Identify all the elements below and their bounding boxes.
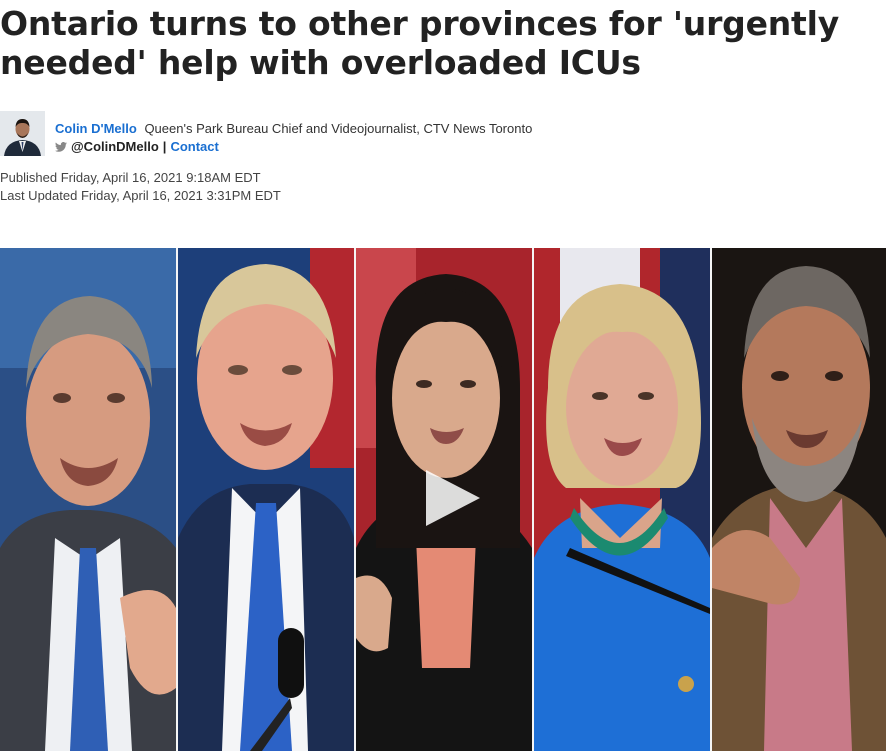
byline: Colin D'Mello Queen's Park Bureau Chief … bbox=[0, 111, 886, 157]
author-title: Queen's Park Bureau Chief and Videojourn… bbox=[144, 121, 533, 136]
video-panel-5 bbox=[712, 248, 886, 751]
twitter-icon[interactable] bbox=[55, 140, 67, 155]
author-social: @ColinDMello | Contact bbox=[55, 139, 219, 155]
play-icon bbox=[426, 470, 480, 526]
separator: | bbox=[162, 139, 167, 154]
video-panel-4 bbox=[534, 248, 710, 751]
article-dates: Published Friday, April 16, 2021 9:18AM … bbox=[0, 169, 281, 205]
article-page: Ontario turns to other provinces for 'ur… bbox=[0, 0, 886, 751]
author-name-link[interactable]: Colin D'Mello bbox=[55, 121, 137, 136]
video-panel-1 bbox=[0, 248, 176, 751]
video-panel-2 bbox=[178, 248, 354, 751]
author-avatar[interactable] bbox=[0, 111, 45, 156]
twitter-handle-link[interactable]: @ColinDMello bbox=[71, 139, 159, 154]
play-button[interactable] bbox=[420, 468, 484, 528]
last-updated-date: Last Updated Friday, April 16, 2021 3:31… bbox=[0, 188, 281, 203]
author-line: Colin D'Mello Queen's Park Bureau Chief … bbox=[55, 121, 532, 136]
contact-link[interactable]: Contact bbox=[170, 139, 218, 154]
article-headline: Ontario turns to other provinces for 'ur… bbox=[0, 4, 840, 82]
published-date: Published Friday, April 16, 2021 9:18AM … bbox=[0, 170, 261, 185]
